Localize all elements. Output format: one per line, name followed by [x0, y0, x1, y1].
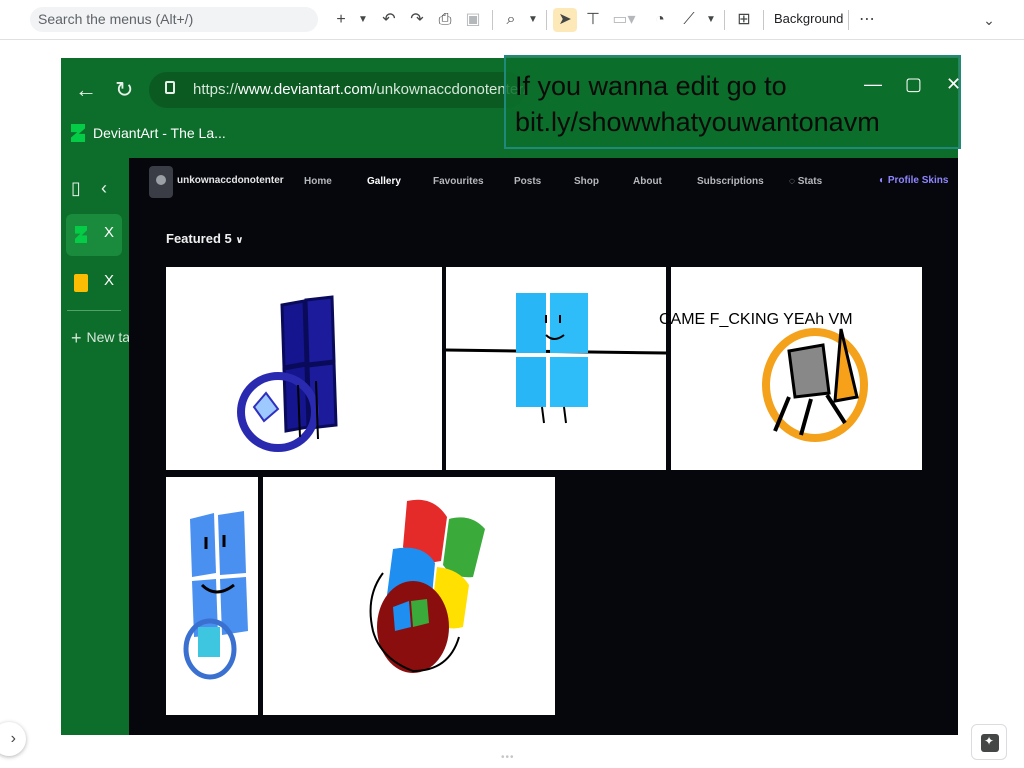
zoom-dropdown-icon[interactable]: ▼: [526, 8, 540, 32]
profile-skins-label: Profile Skins: [887, 175, 949, 186]
tab-panel-icon: ▯: [71, 178, 81, 198]
nav-favourites: Favourites: [433, 176, 484, 187]
profile-username: unkownaccdonotenter: [177, 175, 284, 186]
redo-icon[interactable]: ↷: [406, 8, 428, 32]
nav-stats: ◌ Stats: [789, 176, 822, 187]
orange-circle-drawing: [762, 328, 868, 442]
more-icon[interactable]: ⋯: [856, 8, 878, 32]
edit-line-2: bit.ly/showwhatyouwantonavm: [515, 107, 880, 137]
comment-add-icon[interactable]: ⊞: [733, 8, 755, 32]
chevron-down-icon[interactable]: ⌄: [978, 8, 1000, 32]
blue-window-drawing: [237, 295, 338, 452]
slides-icon: [74, 274, 88, 292]
shape-icon[interactable]: ◔: [649, 8, 671, 32]
plus-icon[interactable]: +: [332, 8, 350, 32]
tab-title: DeviantArt - The La...: [93, 125, 226, 141]
address-bar: https://www.deviantart.com/unkownaccdono…: [149, 72, 525, 108]
nav-posts: Posts: [514, 176, 542, 187]
line-dropdown-icon[interactable]: ▼: [704, 8, 718, 32]
stats-icon: ◌: [789, 176, 798, 187]
text-box-icon[interactable]: ⊤: [582, 8, 604, 32]
back-arrow-icon: ←: [75, 77, 97, 102]
panel-divider: [67, 310, 121, 311]
blue-character-drawing: [183, 511, 248, 680]
collapse-chevron-icon: ‹: [101, 178, 107, 198]
featured-count: 5: [224, 231, 232, 246]
nav-home: Home: [304, 176, 332, 187]
url-prefix: https://: [193, 81, 239, 98]
toolbar-divider: [724, 10, 725, 30]
url-host: www.deviantart.com: [238, 81, 373, 98]
gallery-thumbnail: [166, 477, 258, 715]
gallery-thumbnail: [446, 267, 666, 470]
vertical-tab-deviantart: X: [66, 214, 122, 256]
slides-editor: Search the menus (Alt+/) + ▼ ↶ ↷ ⎙ ▣ ⌕ ▼…: [0, 0, 1024, 768]
deviantart-icon: [75, 226, 87, 243]
edit-instructions-text[interactable]: If you wanna edit go to bit.ly/showwhaty…: [515, 68, 961, 140]
close-tab-icon: X: [104, 224, 115, 241]
menu-search-input[interactable]: Search the menus (Alt+/): [30, 7, 318, 32]
image-icon[interactable]: ▭▾: [610, 8, 638, 32]
deviantart-page: unkownaccdonotenter Home Gallery Favouri…: [129, 158, 958, 735]
caption-text[interactable]: CAME F_CKING YEAh VM: [659, 311, 853, 329]
nav-stats-label: Stats: [797, 176, 823, 187]
new-tab-item: + New tab: [71, 328, 129, 349]
reload-icon: ↻: [115, 77, 134, 102]
palette-icon: ◐: [879, 175, 888, 186]
featured-header: Featured 5 ∨: [166, 231, 244, 246]
dropdown-icon[interactable]: ▼: [356, 8, 370, 32]
select-cursor-icon[interactable]: ➤: [553, 8, 577, 32]
assist-button[interactable]: [971, 724, 1007, 760]
plus-icon: +: [71, 328, 87, 348]
nav-about: About: [633, 176, 662, 187]
profile-skins-link: ◐ Profile Skins: [879, 175, 948, 186]
paint-format-icon[interactable]: ▣: [462, 8, 484, 32]
editor-toolbar: Search the menus (Alt+/) + ▼ ↶ ↷ ⎙ ▣ ⌕ ▼…: [0, 0, 1024, 40]
profile-nav: unkownaccdonotenter Home Gallery Favouri…: [129, 158, 958, 204]
print-icon[interactable]: ⎙: [434, 8, 456, 32]
new-tab-label: New tab: [86, 329, 129, 345]
undo-icon[interactable]: ↶: [378, 8, 400, 32]
url-path: /unkownaccdonotenter/galler: [372, 81, 525, 98]
gallery-thumbnail: [671, 267, 922, 470]
line-icon[interactable]: ⟋: [678, 8, 700, 32]
light-blue-window-drawing: [446, 293, 666, 424]
resize-handle[interactable]: •••: [501, 752, 515, 763]
windows-xp-logo-drawing: [369, 499, 485, 673]
avatar: [149, 166, 173, 198]
toolbar-divider: [763, 10, 764, 30]
gallery-thumbnail: [166, 267, 442, 470]
slide-canvas[interactable]: ← ↻ https://www.deviantart.com/unkownacc…: [61, 58, 958, 735]
toolbar-divider: [546, 10, 547, 30]
vertical-tab-slides: X: [66, 262, 122, 304]
nav-gallery: Gallery: [367, 176, 401, 187]
vertical-tabs-panel: ▯ ‹ X X + New tab: [61, 158, 129, 735]
toolbar-divider: [492, 10, 493, 30]
gallery-thumbnail: [263, 477, 555, 715]
toolbar-divider: [848, 10, 849, 30]
background-button[interactable]: Background: [774, 11, 843, 26]
assist-icon: [981, 734, 999, 752]
featured-label: Featured: [166, 231, 221, 246]
close-tab-icon: X: [104, 272, 115, 289]
nav-shop: Shop: [574, 176, 599, 187]
edit-line-1: If you wanna edit go to: [515, 71, 787, 101]
nav-subscriptions: Subscriptions: [697, 176, 764, 187]
zoom-icon[interactable]: ⌕: [500, 8, 522, 32]
chevron-down-icon: ∨: [235, 235, 244, 246]
expand-panel-button[interactable]: ›: [0, 722, 26, 756]
lock-icon: [165, 81, 175, 94]
